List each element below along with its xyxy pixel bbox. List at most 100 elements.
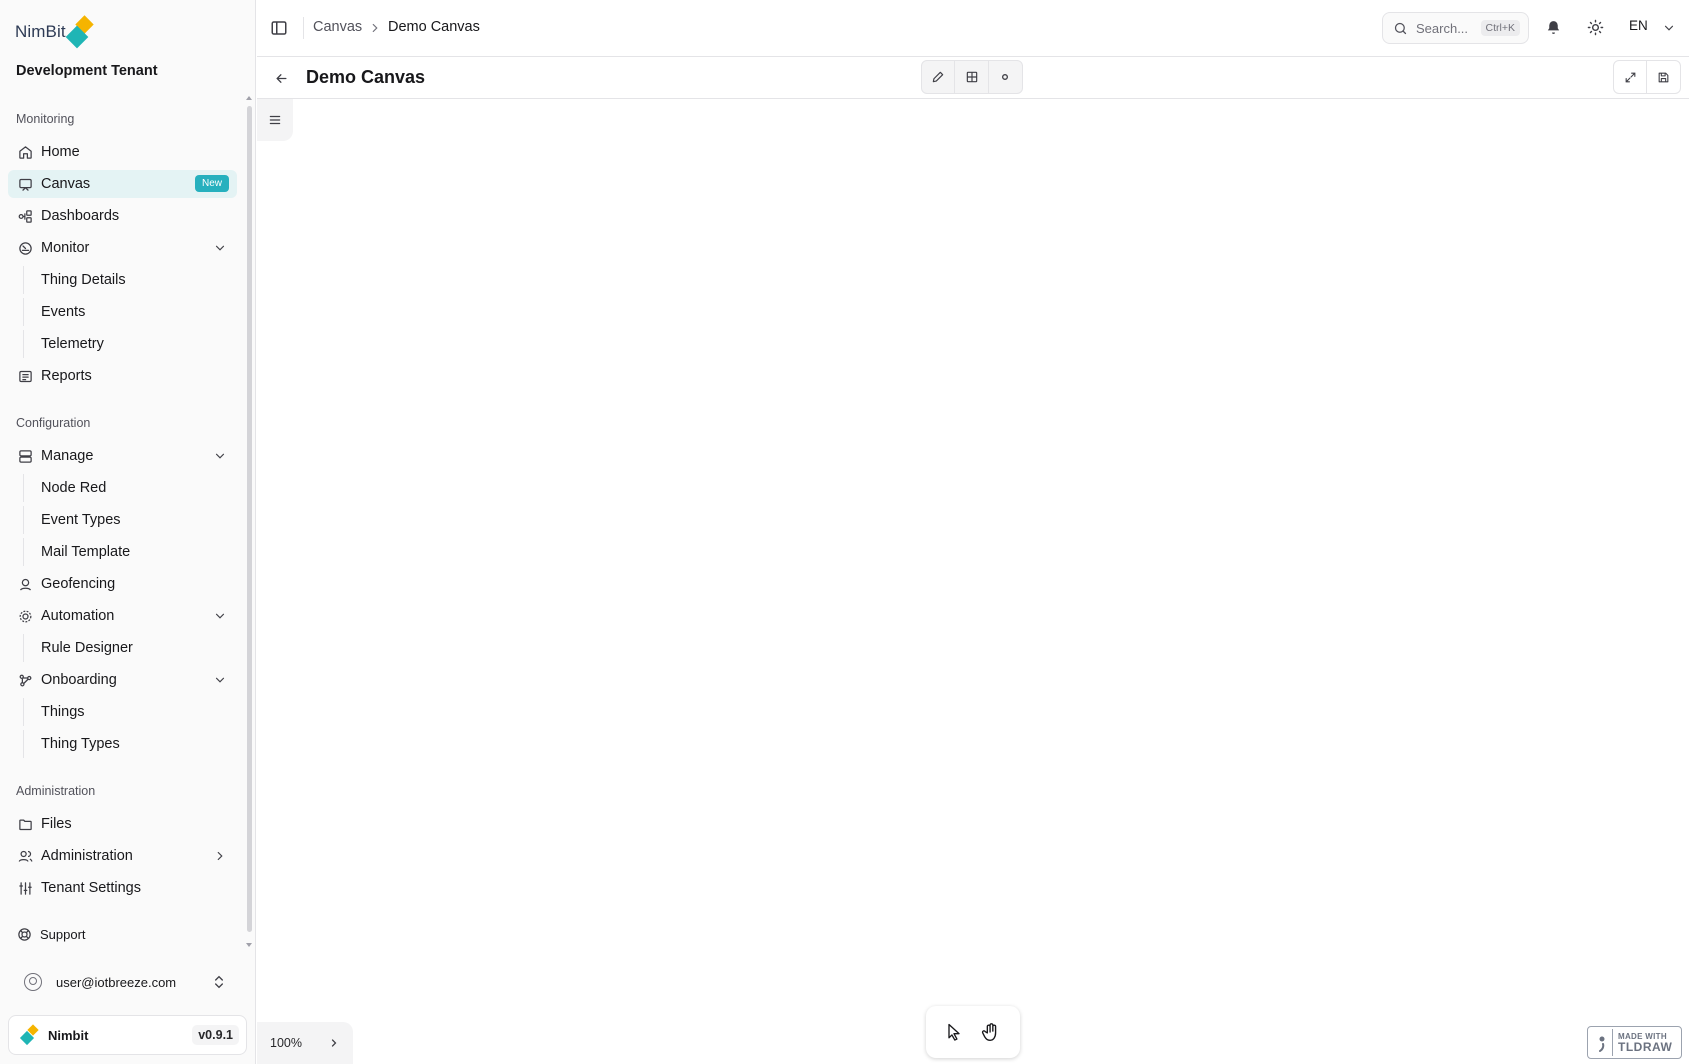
search-placeholder: Search...: [1416, 20, 1469, 36]
dot-icon: [1002, 74, 1009, 80]
grid-icon: [966, 71, 977, 83]
fullscreen-button[interactable]: [1614, 61, 1648, 93]
grid-button[interactable]: [955, 61, 989, 93]
sidebar-item-event-types[interactable]: Event Types: [23, 506, 237, 534]
section-label-monitoring: Monitoring: [16, 112, 75, 126]
sidebar-item-monitor[interactable]: Monitor: [8, 234, 237, 262]
sidebar-item-events[interactable]: Events: [23, 298, 237, 326]
sidebar-item-thing-types[interactable]: Thing Types: [23, 730, 237, 758]
nimbit-logo[interactable]: NimBit: [15, 12, 96, 52]
nimbit-mark-icon: [19, 1024, 40, 1046]
sidebar-item-rule-designer[interactable]: Rule Designer: [23, 634, 237, 662]
zoom-level[interactable]: 100%: [270, 1036, 302, 1050]
sidebar-item-label: Thing Types: [41, 736, 120, 752]
sun-icon[interactable]: [1587, 19, 1604, 36]
sidebar-scrollbar[interactable]: [247, 106, 252, 932]
hand-tool[interactable]: [980, 1021, 1002, 1043]
cursor-icon: [948, 1023, 960, 1041]
sidebar-item-manage[interactable]: Manage: [8, 442, 237, 470]
cog-icon: [17, 608, 33, 624]
sidebar-item-label: Geofencing: [41, 576, 116, 592]
drawing-canvas[interactable]: [257, 99, 1689, 1064]
made-with-tldraw-badge[interactable]: MADE WITH TLDRAW: [1587, 1026, 1682, 1059]
canvas-main-menu-button[interactable]: [257, 99, 293, 141]
scroll-up-arrow[interactable]: [246, 96, 252, 100]
support-link[interactable]: Support: [8, 920, 237, 948]
chevron-down-icon[interactable]: [213, 449, 227, 463]
sidebar-item-reports[interactable]: Reports: [8, 362, 237, 390]
section-label-configuration: Configuration: [16, 416, 91, 430]
support-label: Support: [40, 926, 86, 942]
reports-icon: [17, 368, 33, 384]
sidebar-item-label: Thing Details: [41, 272, 126, 288]
version-badge: v0.9.1: [192, 1025, 239, 1045]
canvas-mode-toolbar: [921, 60, 1023, 94]
sliders-icon: [17, 880, 33, 896]
sidebar-item-label: Rule Designer: [41, 640, 133, 656]
message-square-icon: [17, 176, 33, 192]
search-input[interactable]: Search... Ctrl+K: [1382, 12, 1529, 44]
select-tool[interactable]: [944, 1021, 964, 1043]
chevron-right-icon[interactable]: [213, 849, 227, 863]
sidebar-item-label: Onboarding: [41, 672, 117, 688]
sidebar: NimBit Development Tenant Monitoring Hom…: [0, 0, 256, 1064]
sidebar-item-label: Automation: [41, 608, 115, 624]
sidebar-item-telemetry[interactable]: Telemetry: [23, 330, 237, 358]
chevron-down-icon[interactable]: [213, 609, 227, 623]
sidebar-item-canvas[interactable]: Canvas New: [8, 170, 237, 198]
breadcrumb-canvas[interactable]: Canvas: [313, 19, 362, 35]
divider: [303, 17, 304, 39]
sidebar-item-things[interactable]: Things: [23, 698, 237, 726]
sidebar-item-administration[interactable]: Administration: [8, 842, 237, 870]
server-icon: [17, 448, 33, 464]
dot-button[interactable]: [989, 61, 1022, 93]
canvas-tools-bar: [926, 1006, 1020, 1058]
sidebar-item-files[interactable]: Files: [8, 810, 237, 838]
hand-icon: [981, 1023, 997, 1041]
chevron-right-icon[interactable]: [328, 1037, 340, 1049]
sidebar-item-home[interactable]: Home: [8, 138, 237, 166]
logo-text: NimBit: [15, 22, 66, 41]
arrow-left-icon[interactable]: [274, 71, 289, 86]
sidebar-item-label: Manage: [41, 448, 94, 464]
chevron-down-icon[interactable]: [213, 673, 227, 687]
sidebar-item-label: Event Types: [41, 512, 121, 528]
sidebar-item-thing-details[interactable]: Thing Details: [23, 266, 237, 294]
zoom-panel: 100%: [257, 1022, 353, 1064]
sidebar-item-node-red[interactable]: Node Red: [23, 474, 237, 502]
sidebar-item-label: Home: [41, 144, 80, 160]
sidebar-item-automation[interactable]: Automation: [8, 602, 237, 630]
bell-icon[interactable]: [1545, 19, 1562, 36]
sidebar-item-dashboards[interactable]: Dashboards: [8, 202, 237, 230]
sidebar-item-label: Things: [41, 704, 85, 720]
new-badge: New: [194, 175, 229, 192]
sidebar-item-label: Monitor: [41, 240, 90, 256]
sidebar-item-label: Events: [41, 304, 86, 320]
sidebar-item-geofencing[interactable]: Geofencing: [8, 570, 237, 598]
app-name: Nimbit: [48, 1027, 89, 1043]
scroll-down-arrow[interactable]: [246, 943, 252, 947]
edit-button[interactable]: [922, 61, 956, 93]
tldraw-logo-icon: [1591, 1029, 1613, 1056]
users-icon: [17, 848, 33, 864]
sidebar-item-label: Dashboards: [41, 208, 120, 224]
user-menu[interactable]: user@iotbreeze.com: [8, 968, 237, 996]
sidebar-item-tenant-settings[interactable]: Tenant Settings: [8, 874, 237, 902]
breadcrumb-current: Demo Canvas: [388, 19, 480, 35]
sidebar-item-label: Canvas: [41, 176, 91, 192]
chevron-down-icon[interactable]: [1662, 21, 1676, 35]
tldraw-text: MADE WITH TLDRAW: [1618, 1032, 1672, 1053]
logo-mark-icon: [65, 14, 96, 50]
app-footer-card[interactable]: Nimbit v0.9.1: [8, 1015, 247, 1055]
language-select[interactable]: EN: [1629, 18, 1648, 33]
sidebar-toggle-icon[interactable]: [270, 19, 288, 37]
canvas-actions: [1613, 60, 1681, 94]
sidebar-item-mail-template[interactable]: Mail Template: [23, 538, 237, 566]
section-label-administration: Administration: [16, 784, 96, 798]
sidebar-item-onboarding[interactable]: Onboarding: [8, 666, 237, 694]
network-icon: [17, 672, 33, 688]
chevron-down-icon[interactable]: [213, 241, 227, 255]
tenant-name: Development Tenant: [16, 63, 158, 79]
folder-icon: [17, 816, 33, 832]
save-button[interactable]: [1647, 61, 1680, 93]
